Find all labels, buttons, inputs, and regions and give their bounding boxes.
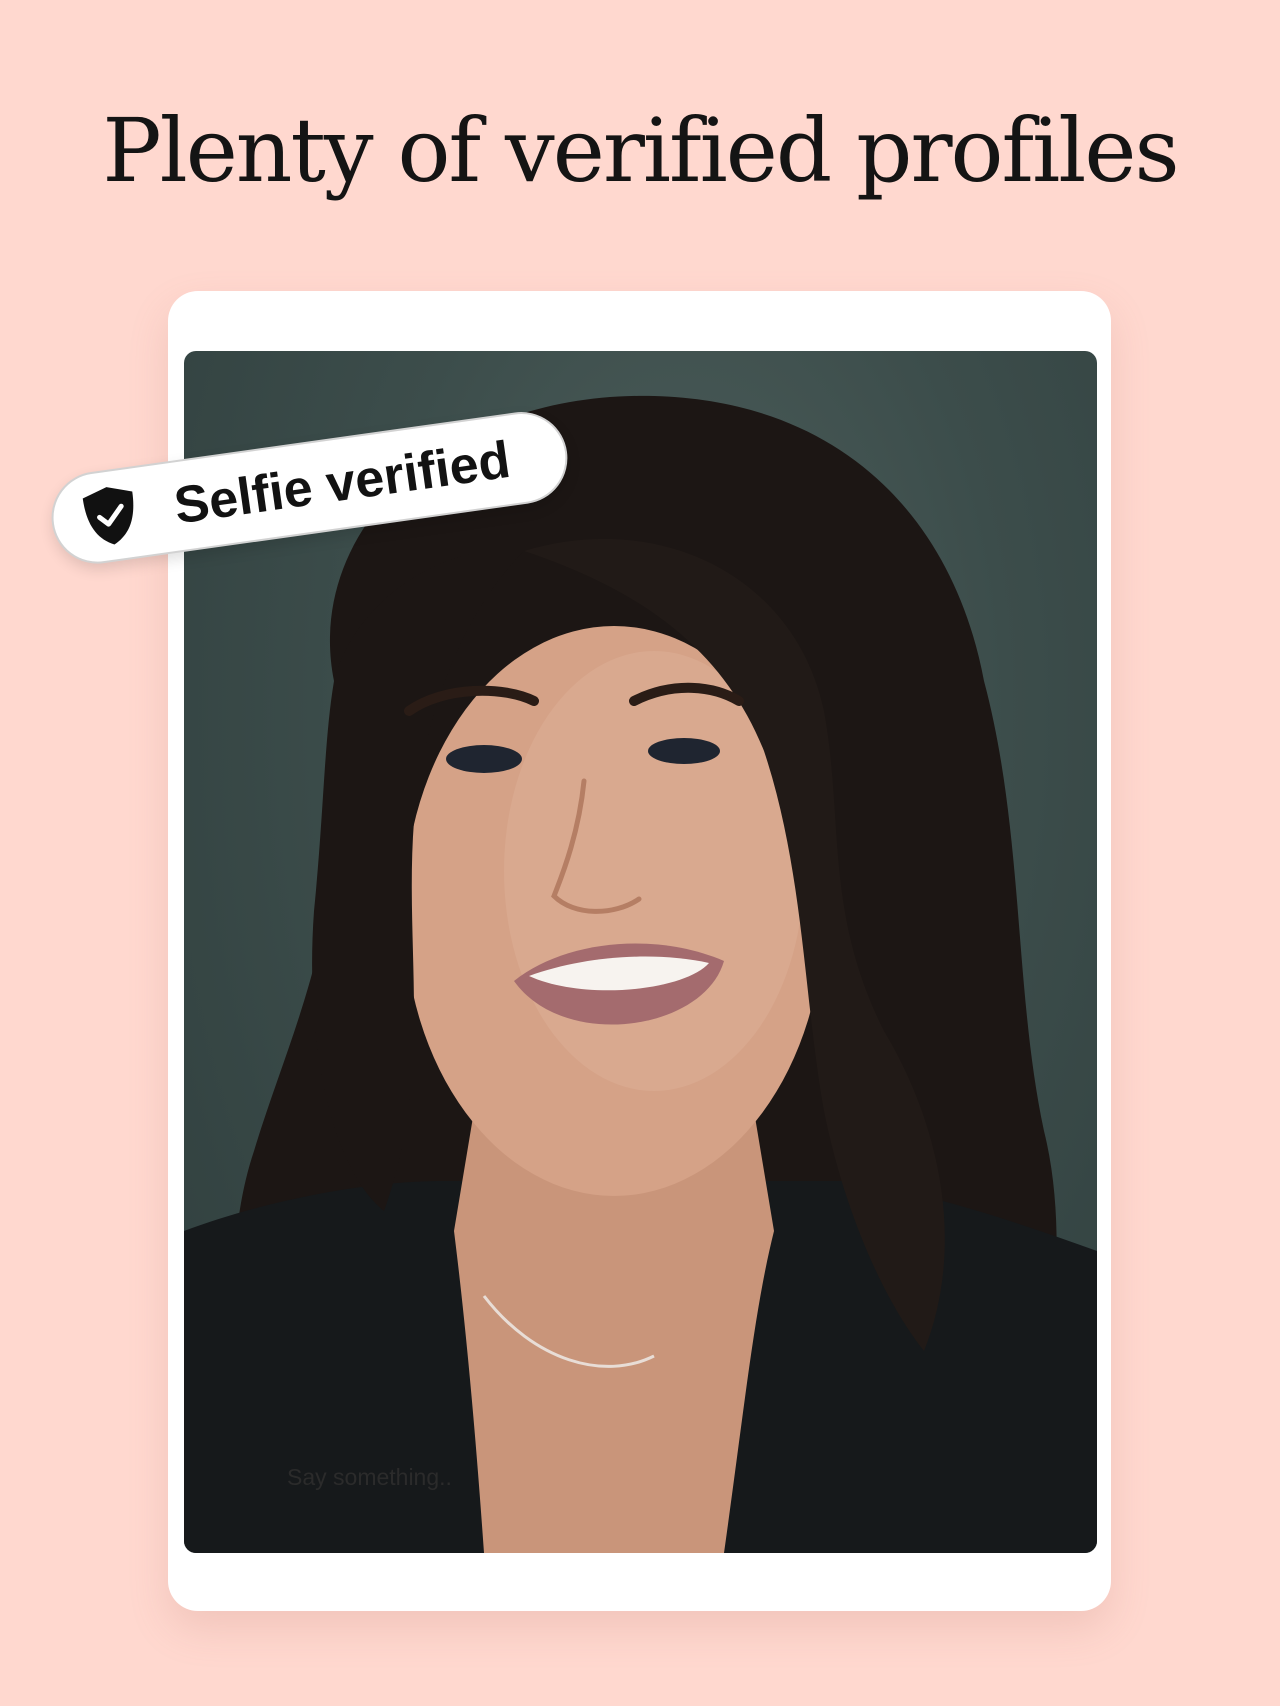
shield-check-icon [77,481,143,550]
left-eye [446,745,522,773]
page-headline: Plenty of verified profiles [102,99,1179,202]
comment-input-placeholder[interactable]: Say something.. [287,1464,452,1491]
right-eye [648,738,720,764]
